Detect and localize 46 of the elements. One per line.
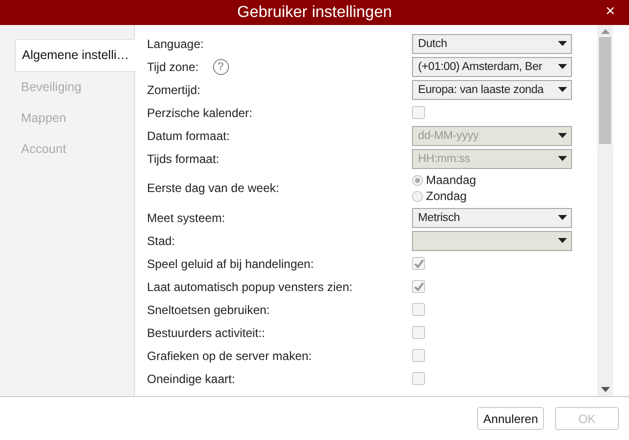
setting-label: Tijds formaat: [147,152,220,166]
setting-label: Language: [147,36,204,50]
radio-button[interactable] [412,190,423,202]
caret-icon [558,238,567,243]
setting-label: Speel geluid af bij handelingen: [147,256,314,270]
setting-label: Bestuurders activiteit:: [147,326,266,340]
dropdown[interactable]: Dutch [412,34,572,54]
radio-label: Zondag [426,189,467,203]
dropdown[interactable]: Metrisch [412,208,572,228]
window-title: Gebruiker instellingen [237,4,392,22]
caret-icon [558,156,567,161]
setting-label: Eerste dag van de week: [147,181,280,195]
setting-label: Zomertijd: [147,82,200,96]
checkbox[interactable] [412,106,425,119]
setting-label: Stad: [147,234,176,248]
setting-label: Datum formaat: [147,128,230,142]
caret-icon [558,215,567,220]
dialog-button[interactable]: Annuleren [477,407,544,430]
close-button[interactable]: × [602,3,619,21]
setting-label: Meet systeem: [147,210,226,224]
checkbox[interactable] [412,280,425,293]
caret-icon [558,64,567,69]
caret-icon [558,41,567,46]
scrollbar-thumb[interactable] [599,37,611,144]
radio-button[interactable] [412,174,423,186]
help-icon[interactable]: ? [212,58,229,74]
checkbox[interactable] [412,303,425,316]
sidebar-tab[interactable]: Algemene instelli… [15,39,135,72]
caret-icon [558,133,567,138]
scroll-up-icon[interactable] [600,29,610,34]
dropdown[interactable]: (+01:00) Amsterdam, Ber [412,56,572,76]
scroll-down-icon[interactable] [600,387,610,392]
setting-label: Tijd zone: [147,60,199,74]
dropdown[interactable]: Europa: van laaste zonda [412,80,572,100]
setting-label: Laat automatisch popup vensters zien: [147,280,352,294]
scrollbar[interactable] [597,25,613,396]
setting-label: Oneindige kaart: [147,372,236,386]
checkbox[interactable] [412,257,425,270]
setting-label: Grafieken op de server maken: [147,348,312,362]
checkbox[interactable] [412,372,425,385]
setting-label: Sneltoetsen gebruiken: [147,302,270,316]
radio-label: Maandag [426,173,476,187]
caret-icon [558,87,567,92]
checkbox[interactable] [412,349,425,362]
checkbox[interactable] [412,326,425,339]
setting-label: Perzische kalender: [147,106,252,120]
